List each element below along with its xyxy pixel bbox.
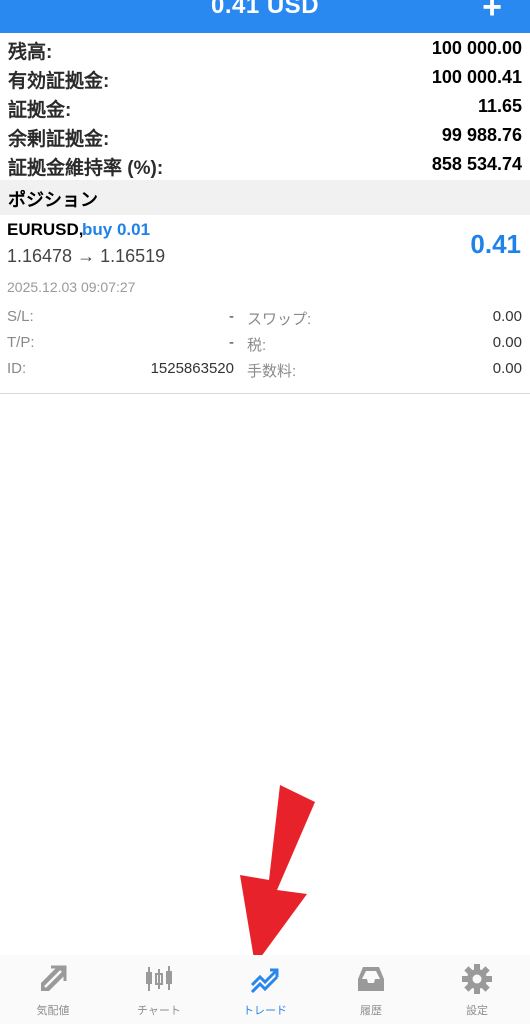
detail-value: 0.00	[492, 308, 522, 325]
detail-value: -	[229, 308, 234, 325]
summary-value: 11.65	[477, 96, 522, 116]
summary-label: 証拠金:	[8, 100, 72, 121]
detail-key: T/P:	[7, 334, 35, 351]
positions-title: ポジション	[8, 190, 98, 210]
detail-key: S/L:	[7, 308, 34, 325]
tab-quotes[interactable]: 気配値	[0, 955, 106, 1024]
detail-row-id: ID: 1525863520 手数料: 0.00	[0, 360, 530, 386]
tab-label: チャート	[137, 1005, 181, 1017]
detail-key: 手数料:	[247, 363, 297, 380]
detail-key: スワップ:	[247, 311, 312, 328]
quotes-icon	[41, 965, 67, 991]
annotation-arrow-icon	[240, 785, 315, 965]
tab-label: 気配値	[36, 1005, 70, 1017]
trade-icon	[250, 968, 279, 994]
summary-label: 余剰証拠金:	[8, 129, 110, 150]
detail-value: 0.00	[492, 334, 522, 351]
summary-row-balance: 残高: 100 000.00	[0, 33, 530, 63]
detail-value: -	[229, 334, 234, 351]
tab-settings[interactable]: 設定	[424, 955, 530, 1024]
position-symbol: EURUSD,	[7, 220, 84, 239]
summary-label: 証拠金維持率 (%):	[8, 158, 164, 179]
summary-row-margin-level: 証拠金維持率 (%): 858 534.74	[0, 149, 530, 179]
position-open-time: 2025.12.03 09:07:27	[7, 279, 136, 295]
detail-row-sl: S/L: - スワップ: 0.00	[0, 308, 530, 334]
summary-label: 残高:	[8, 42, 53, 63]
bottom-tab-bar: 気配値 チャート トレード 履歴 設定	[0, 955, 530, 1024]
chart-icon	[146, 966, 172, 991]
summary-row-margin: 証拠金: 11.65	[0, 91, 530, 121]
summary-value: 858 534.74	[431, 154, 522, 174]
summary-value: 100 000.41	[431, 67, 522, 87]
detail-key: 税:	[247, 337, 267, 354]
summary-row-equity: 有効証拠金: 100 000.41	[0, 62, 530, 92]
summary-value: 99 988.76	[441, 125, 522, 145]
tab-label: トレード	[243, 1005, 287, 1017]
account-summary: 残高: 100 000.00 有効証拠金: 100 000.41 証拠金: 11…	[0, 33, 530, 179]
total-profit-title: 0.41 USD	[210, 0, 320, 19]
add-order-button[interactable]: +	[482, 0, 502, 24]
detail-value: 1525863520	[150, 360, 234, 377]
detail-value: 0.00	[492, 360, 522, 377]
detail-key: ID:	[7, 360, 27, 377]
tab-label: 設定	[466, 1005, 488, 1017]
summary-value: 100 000.00	[431, 38, 522, 58]
settings-icon	[462, 964, 492, 994]
tab-trade[interactable]: トレード	[212, 955, 318, 1024]
position-profit: 0.41	[470, 229, 521, 259]
tab-chart[interactable]: チャート	[106, 955, 212, 1024]
position-side: buy 0.01	[82, 220, 151, 239]
header-bar: 0.41 USD +	[0, 0, 530, 33]
positions-section-header: ポジション	[0, 180, 530, 215]
history-icon	[358, 967, 384, 991]
position-prices: 1.16478 → 1.16519	[7, 246, 166, 266]
detail-row-tp: T/P: - 税: 0.00	[0, 334, 530, 360]
tab-history[interactable]: 履歴	[318, 955, 424, 1024]
tab-label: 履歴	[360, 1005, 382, 1017]
summary-label: 有効証拠金:	[8, 71, 110, 92]
position-item[interactable]: EURUSD, buy 0.01 1.16478 → 1.16519 0.41 …	[0, 215, 530, 394]
summary-row-free-margin: 余剰証拠金: 99 988.76	[0, 120, 530, 150]
